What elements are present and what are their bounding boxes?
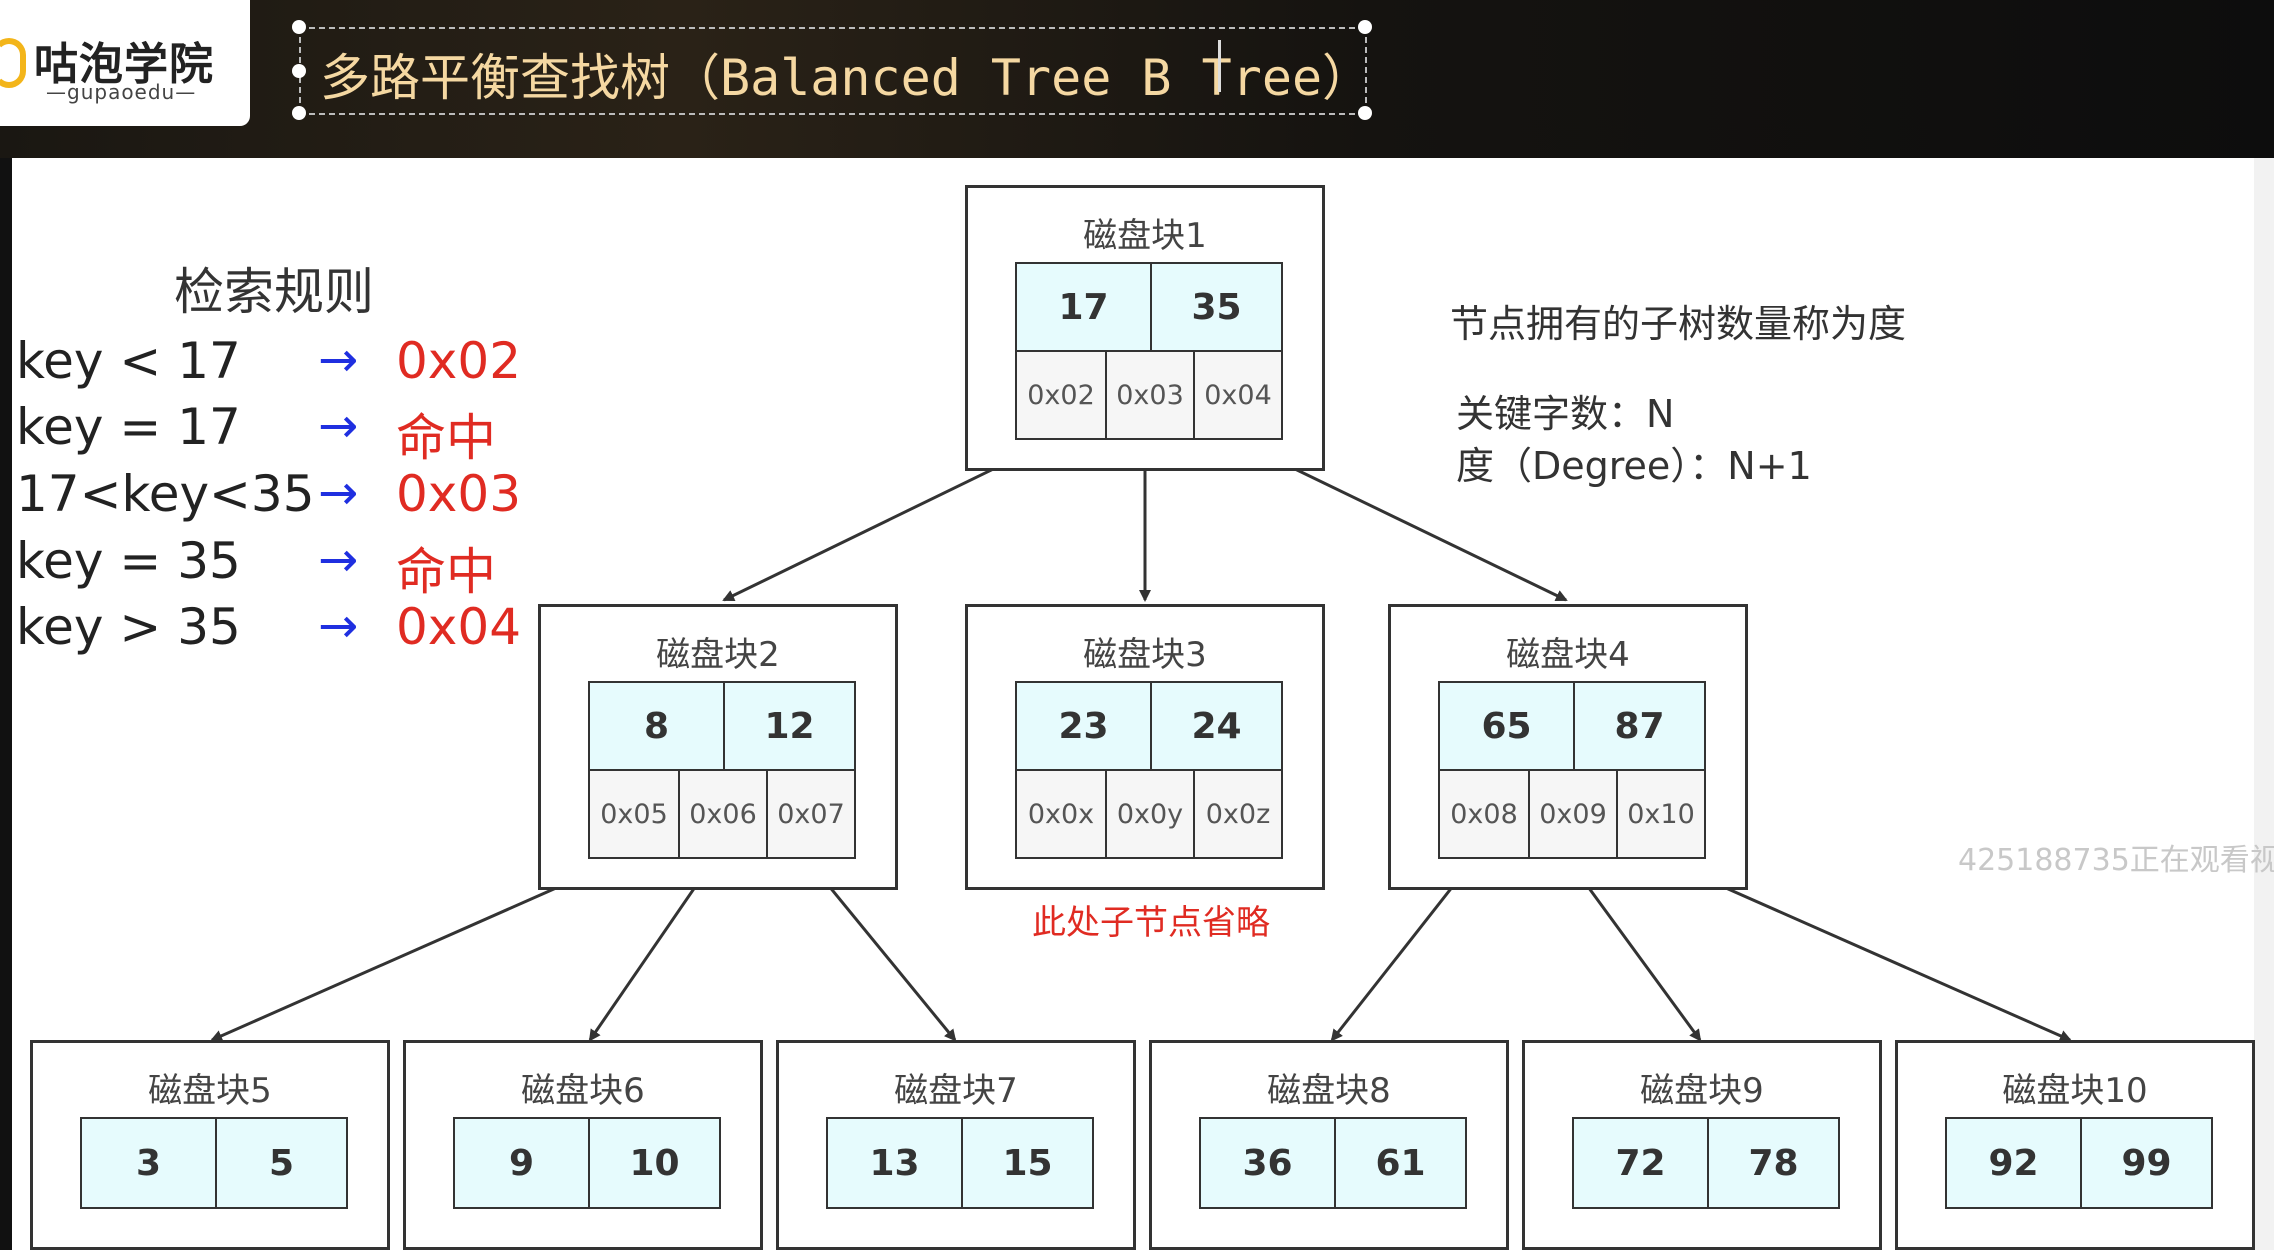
- pointer-cell: 0x0z: [1193, 771, 1281, 857]
- pointer-cell: 0x05: [590, 771, 678, 857]
- pointer-cell: 0x06: [678, 771, 766, 857]
- key-cell: 65: [1440, 683, 1573, 771]
- disk-block-title: 磁盘块10: [2002, 1071, 2148, 1111]
- degree-formula-note: 度（Degree）：N+1: [1456, 444, 1812, 488]
- rule-result: 0x04: [396, 598, 522, 656]
- disk-block-title: 磁盘块1: [1083, 216, 1207, 256]
- node-cells: 17 35 0x02 0x03 0x04: [1015, 262, 1283, 440]
- disk-block-title: 磁盘块2: [656, 635, 780, 675]
- disk-block-title: 磁盘块9: [1640, 1071, 1764, 1111]
- node-cells: 65 87 0x08 0x09 0x10: [1438, 681, 1706, 859]
- node-cells: 92 99: [1945, 1117, 2213, 1209]
- rule-result: 命中: [396, 543, 496, 601]
- node-cells: 8 12 0x05 0x06 0x07: [588, 681, 856, 859]
- disk-block-title: 磁盘块6: [521, 1071, 645, 1111]
- node-cells: 72 78: [1572, 1117, 1840, 1209]
- key-cell: 92: [1947, 1119, 2080, 1207]
- key-cell: 9: [455, 1119, 588, 1207]
- keys-count-note: 关键字数：N: [1456, 392, 1675, 436]
- disk-block-1: 磁盘块1 17 35 0x02 0x03 0x04: [965, 185, 1325, 471]
- key-cell: 17: [1017, 264, 1150, 352]
- disk-block-title: 磁盘块8: [1267, 1071, 1391, 1111]
- node-cells: 9 10: [453, 1117, 721, 1209]
- disk-block-4: 磁盘块4 65 87 0x08 0x09 0x10: [1388, 604, 1748, 890]
- disk-block-8: 磁盘块8 36 61: [1149, 1040, 1509, 1250]
- key-cell: 36: [1201, 1119, 1334, 1207]
- node-cells: 3 5: [80, 1117, 348, 1209]
- key-cell: 15: [961, 1119, 1092, 1207]
- node-cells: 13 15: [826, 1117, 1094, 1209]
- key-cell: 13: [828, 1119, 961, 1207]
- key-cell: 87: [1573, 683, 1704, 771]
- search-rules-title: 检索规则: [174, 263, 374, 321]
- rule-condition: key = 35: [16, 532, 241, 590]
- rule-arrow: →: [318, 598, 359, 654]
- key-cell: 99: [2080, 1119, 2211, 1207]
- key-cell: 10: [588, 1119, 719, 1207]
- pointer-cell: 0x02: [1017, 352, 1105, 438]
- pointer-cell: 0x10: [1616, 771, 1704, 857]
- node-cells: 36 61: [1199, 1117, 1467, 1209]
- pointer-cell: 0x04: [1193, 352, 1281, 438]
- omitted-children-note: 此处子节点省略: [1032, 903, 1270, 943]
- rule-result: 0x03: [396, 465, 522, 523]
- degree-definition: 节点拥有的子树数量称为度: [1450, 302, 1907, 346]
- node-cells: 23 24 0x0x 0x0y 0x0z: [1015, 681, 1283, 859]
- rule-arrow: →: [318, 398, 359, 454]
- key-cell: 23: [1017, 683, 1150, 771]
- disk-block-6: 磁盘块6 9 10: [403, 1040, 763, 1250]
- disk-block-7: 磁盘块7 13 15: [776, 1040, 1136, 1250]
- disk-block-3: 磁盘块3 23 24 0x0x 0x0y 0x0z: [965, 604, 1325, 890]
- rule-result: 命中: [396, 409, 496, 467]
- pointer-cell: 0x08: [1440, 771, 1528, 857]
- key-cell: 78: [1707, 1119, 1838, 1207]
- viewer-watermark: 425188735正在观看视: [1958, 843, 2274, 878]
- pointer-cell: 0x0x: [1017, 771, 1105, 857]
- disk-block-10: 磁盘块10 92 99: [1895, 1040, 2255, 1250]
- rule-condition: key > 35: [16, 598, 241, 656]
- key-cell: 5: [215, 1119, 346, 1207]
- key-cell: 72: [1574, 1119, 1707, 1207]
- disk-block-title: 磁盘块3: [1083, 635, 1207, 675]
- pointer-cell: 0x03: [1105, 352, 1193, 438]
- rule-condition: key = 17: [16, 398, 241, 456]
- key-cell: 3: [82, 1119, 215, 1207]
- rule-arrow: →: [318, 532, 359, 588]
- disk-block-title: 磁盘块4: [1506, 635, 1630, 675]
- key-cell: 8: [590, 683, 723, 771]
- key-cell: 12: [723, 683, 854, 771]
- disk-block-5: 磁盘块5 3 5: [30, 1040, 390, 1250]
- rule-condition: key < 17: [16, 332, 241, 390]
- rule-condition: 17<key<35: [16, 465, 315, 523]
- rule-arrow: →: [318, 465, 359, 521]
- disk-block-title: 磁盘块5: [148, 1071, 272, 1111]
- pointer-cell: 0x0y: [1105, 771, 1193, 857]
- rule-result: 0x02: [396, 332, 522, 390]
- pointer-cell: 0x09: [1528, 771, 1616, 857]
- disk-block-title: 磁盘块7: [894, 1071, 1018, 1111]
- key-cell: 24: [1150, 683, 1281, 771]
- key-cell: 35: [1150, 264, 1281, 352]
- disk-block-9: 磁盘块9 72 78: [1522, 1040, 1882, 1250]
- disk-block-2: 磁盘块2 8 12 0x05 0x06 0x07: [538, 604, 898, 890]
- rule-arrow: →: [318, 332, 359, 388]
- pointer-cell: 0x07: [766, 771, 854, 857]
- key-cell: 61: [1334, 1119, 1465, 1207]
